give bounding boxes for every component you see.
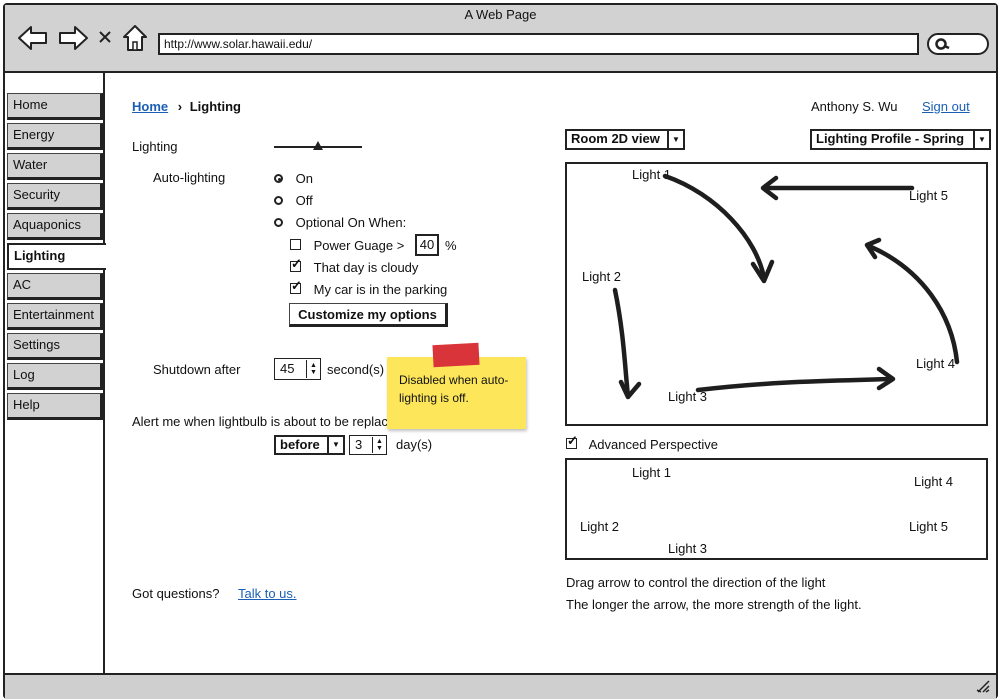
sidebar-item-log[interactable]: Log	[7, 363, 103, 390]
cloudy-label: That day is cloudy	[313, 260, 419, 275]
close-icon[interactable]	[98, 30, 112, 44]
sidebar-divider	[103, 73, 105, 673]
user-name: Anthony S. Wu	[811, 99, 898, 114]
questions-label: Got questions?	[132, 586, 220, 601]
hint-line-1: Drag arrow to control the direction of t…	[566, 575, 826, 590]
parking-checkbox[interactable]	[290, 278, 302, 294]
chevron-down-icon[interactable]: ▼	[973, 131, 989, 148]
room-view-dropdown[interactable]: Room 2D view ▼	[565, 129, 685, 150]
room-view-value: Room 2D view	[571, 131, 660, 146]
browser-titlebar: A Web Page http://www.solar.hawaii.edu/	[5, 5, 996, 73]
light-2-label: Light 2	[580, 519, 620, 534]
sidebar-item-home[interactable]: Home	[7, 93, 103, 120]
alert-days-stepper[interactable]: 3 ▲ ▼	[349, 435, 387, 455]
search-box[interactable]	[927, 33, 989, 55]
advanced-perspective-option[interactable]: Advanced Perspective	[566, 433, 718, 452]
sidebar-item-help[interactable]: Help	[7, 393, 103, 420]
radio-optional[interactable]: Optional On When:	[274, 215, 406, 230]
lighting-slider-thumb[interactable]	[313, 141, 323, 150]
home-icon[interactable]	[121, 23, 149, 53]
breadcrumb: Home › Lighting	[132, 99, 241, 114]
forward-arrow-icon[interactable]	[57, 24, 89, 52]
light-1-label: Light 1	[632, 465, 672, 480]
power-gauge-option[interactable]: Power Guage >	[290, 238, 404, 253]
radio-on-indicator[interactable]	[274, 174, 283, 183]
light-2-arrowhead[interactable]	[618, 379, 642, 400]
power-gauge-label: Power Guage >	[313, 238, 405, 253]
auto-lighting-label: Auto-lighting	[153, 170, 226, 185]
status-bar	[5, 673, 996, 699]
chevron-down-icon[interactable]: ▼	[327, 437, 343, 453]
stepper-down-icon[interactable]: ▼	[310, 369, 317, 376]
power-gauge-input[interactable]: 40	[415, 234, 439, 256]
breadcrumb-current: Lighting	[189, 99, 241, 114]
radio-optional-label: Optional On When:	[295, 215, 407, 230]
radio-on-label: On	[295, 171, 313, 186]
sidebar-item-aquaponics[interactable]: Aquaponics	[7, 213, 103, 240]
radio-off-label: Off	[295, 193, 313, 208]
resize-grip-icon[interactable]	[975, 678, 991, 694]
light-4-arrow[interactable]	[866, 243, 960, 365]
stepper-arrows[interactable]: ▲ ▼	[372, 437, 386, 453]
talk-to-us-link[interactable]: Talk to us.	[238, 586, 297, 601]
radio-off-indicator[interactable]	[274, 196, 283, 205]
sign-out-link[interactable]: Sign out	[922, 99, 970, 114]
light-5-label: Light 5	[909, 519, 949, 534]
window-title: A Web Page	[464, 7, 537, 22]
power-gauge-checkbox[interactable]	[290, 239, 301, 250]
sidebar-item-settings[interactable]: Settings	[7, 333, 103, 360]
light-4-label: Light 4	[914, 474, 954, 489]
url-input[interactable]: http://www.solar.hawaii.edu/	[158, 33, 919, 55]
customize-options-button[interactable]: Customize my options	[289, 303, 448, 327]
parking-label: My car is in the parking	[313, 282, 448, 297]
lighting-profile-dropdown[interactable]: Lighting Profile - Spring ▼	[810, 129, 991, 150]
sidebar-item-entertainment[interactable]: Entertainment	[7, 303, 103, 330]
stepper-arrows[interactable]: ▲ ▼	[306, 360, 320, 378]
shutdown-value: 45	[280, 361, 295, 376]
sticky-note: Disabled when auto-lighting is off.	[387, 357, 526, 429]
light-1-arrow[interactable]	[662, 173, 767, 281]
sidebar-item-lighting[interactable]: Lighting	[7, 243, 106, 270]
cloudy-checkbox[interactable]	[290, 256, 302, 272]
radio-optional-indicator[interactable]	[274, 218, 283, 227]
shutdown-unit: second(s)	[327, 362, 385, 377]
light-arrows[interactable]	[567, 164, 986, 424]
search-icon	[935, 38, 950, 50]
alert-label: Alert me when lightbulb is about to be r…	[132, 414, 388, 429]
sidebar-item-security[interactable]: Security	[7, 183, 103, 210]
radio-on[interactable]: On	[274, 171, 313, 186]
shutdown-stepper[interactable]: 45 ▲ ▼	[274, 358, 321, 380]
stepper-up-icon[interactable]: ▲	[376, 438, 383, 445]
lighting-profile-value: Lighting Profile - Spring	[816, 131, 965, 146]
percent-sign: %	[445, 238, 457, 253]
back-arrow-icon[interactable]	[17, 24, 49, 52]
sticky-tape	[432, 342, 480, 368]
breadcrumb-home-link[interactable]: Home	[132, 99, 168, 114]
sidebar-item-energy[interactable]: Energy	[7, 123, 103, 150]
room-2d-canvas[interactable]: Light 1 Light 2 Light 3 Light 4 Light 5	[565, 162, 988, 426]
sidebar-item-water[interactable]: Water	[7, 153, 103, 180]
shutdown-label: Shutdown after	[153, 362, 241, 377]
hint-line-2: The longer the arrow, the more strength …	[566, 597, 862, 612]
advanced-perspective-label: Advanced Perspective	[588, 437, 718, 452]
chevron-right-icon: ›	[177, 99, 183, 114]
light-3-label: Light 3	[668, 541, 708, 556]
sidebar-item-ac[interactable]: AC	[7, 273, 103, 300]
cloudy-option[interactable]: That day is cloudy	[290, 256, 419, 275]
light-3-arrow[interactable]	[695, 376, 895, 393]
parking-option[interactable]: My car is in the parking	[290, 278, 448, 297]
sticky-note-text: Disabled when auto-lighting is off.	[399, 373, 509, 405]
alert-when-dropdown[interactable]: before ▼	[274, 435, 345, 455]
advanced-perspective-checkbox[interactable]	[566, 433, 578, 449]
stepper-up-icon[interactable]: ▲	[310, 362, 317, 369]
advanced-perspective-canvas[interactable]: Light 1 Light 2 Light 3 Light 4 Light 5	[565, 458, 988, 560]
stepper-down-icon[interactable]: ▼	[376, 445, 383, 452]
radio-off[interactable]: Off	[274, 193, 313, 208]
alert-days-value: 3	[355, 437, 363, 452]
lighting-label: Lighting	[132, 139, 178, 154]
chevron-down-icon[interactable]: ▼	[667, 131, 683, 148]
alert-when-value: before	[280, 437, 320, 452]
alert-days-unit: day(s)	[396, 437, 433, 452]
